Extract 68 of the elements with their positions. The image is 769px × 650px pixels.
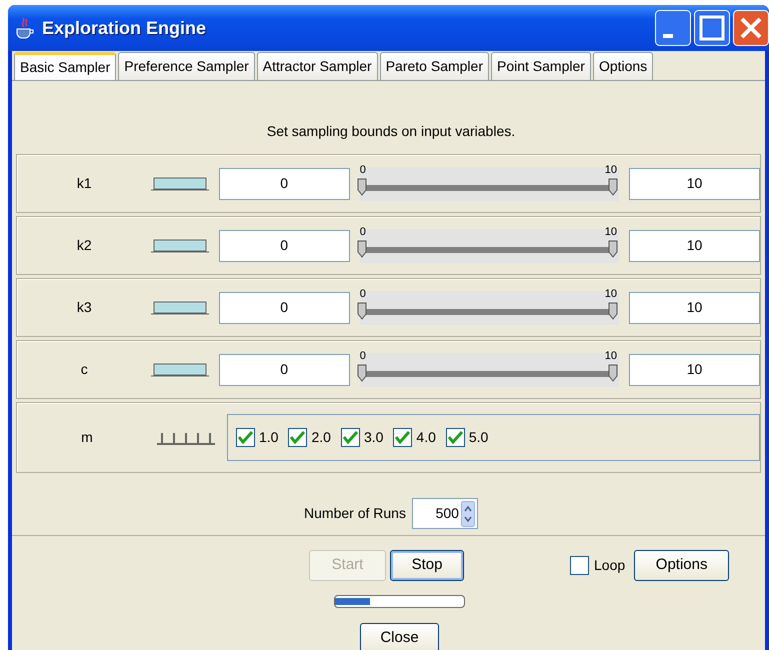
option-checkbox[interactable]	[446, 428, 465, 447]
range-slider[interactable]: 0 10	[360, 290, 619, 324]
variable-name: m	[80, 428, 94, 447]
option-checkbox[interactable]	[288, 428, 308, 447]
range-slider[interactable]: 0 10	[360, 228, 619, 262]
uniform-distribution-icon	[151, 363, 210, 378]
slider-thumb[interactable]	[356, 240, 367, 258]
option-checkbox[interactable]	[340, 428, 360, 447]
max-field[interactable]: 10	[629, 168, 760, 200]
uniform-distribution-icon	[151, 177, 210, 192]
minimize-button[interactable]	[655, 10, 691, 46]
min-field[interactable]: 0	[218, 230, 350, 262]
slider-thumb[interactable]	[356, 178, 367, 196]
tick-label: 10	[604, 288, 617, 300]
range-slider[interactable]: 0 10	[360, 352, 619, 386]
option-checkbox[interactable]	[393, 428, 412, 447]
uniform-distribution-icon	[151, 301, 210, 316]
slider-thumb[interactable]	[608, 302, 618, 320]
variable-name: c	[80, 360, 89, 379]
tick-label: 10	[604, 350, 617, 362]
slider-thumb[interactable]	[608, 364, 618, 382]
tick-label: 0	[360, 288, 366, 300]
max-field[interactable]: 10	[629, 354, 760, 386]
tick-label: 0	[360, 226, 366, 238]
stop-button[interactable]: Stop	[390, 550, 464, 581]
tab[interactable]: Options	[592, 52, 654, 80]
tick-label: 0	[360, 350, 366, 362]
uniform-distribution-icon	[151, 239, 210, 254]
variable-name: k1	[76, 174, 93, 193]
tick-label: 10	[604, 226, 617, 238]
slider-thumb[interactable]	[608, 178, 618, 196]
tick-label: 10	[604, 164, 617, 176]
runs-label: Number of Runs	[304, 504, 406, 523]
tick-label: 0	[360, 164, 366, 176]
range-slider[interactable]: 0 10	[360, 166, 619, 200]
spinner-arrows-icon[interactable]	[460, 500, 475, 526]
discrete-distribution-icon	[157, 431, 215, 446]
min-field[interactable]: 0	[218, 354, 350, 386]
close-dialog-button[interactable]: Close	[360, 623, 439, 650]
coffee-cup-icon	[14, 16, 36, 40]
options-button[interactable]: Options	[634, 550, 730, 581]
tab[interactable]: Basic Sampler	[14, 52, 116, 80]
variable-name: k3	[76, 298, 93, 317]
option-label: 5.0	[468, 428, 488, 447]
option-label: 1.0	[259, 428, 278, 447]
loop-checkbox[interactable]	[570, 556, 589, 575]
option-label: 3.0	[364, 428, 384, 447]
tab[interactable]: Preference Sampler	[118, 52, 255, 80]
option-checkbox[interactable]	[236, 428, 255, 447]
min-field[interactable]: 0	[218, 292, 350, 324]
slider-thumb[interactable]	[608, 240, 618, 258]
min-field[interactable]: 0	[218, 168, 350, 200]
option-label: 4.0	[416, 428, 436, 447]
variable-name: k2	[76, 236, 93, 255]
option-label: 2.0	[311, 428, 331, 447]
instruction-text: Set sampling bounds on input variables.	[266, 122, 516, 141]
max-field[interactable]: 10	[629, 230, 760, 262]
window-title: Exploration Engine	[42, 16, 206, 40]
slider-thumb[interactable]	[356, 364, 367, 382]
tab[interactable]: Attractor Sampler	[256, 52, 378, 80]
loop-label: Loop	[594, 556, 626, 575]
maximize-button[interactable]	[694, 10, 730, 46]
runs-spinner[interactable]: 500	[412, 498, 478, 529]
tab[interactable]: Point Sampler	[491, 52, 591, 80]
slider-thumb[interactable]	[356, 302, 367, 320]
close-button[interactable]	[733, 10, 769, 46]
tab[interactable]: Pareto Sampler	[380, 52, 489, 80]
max-field[interactable]: 10	[629, 292, 760, 324]
